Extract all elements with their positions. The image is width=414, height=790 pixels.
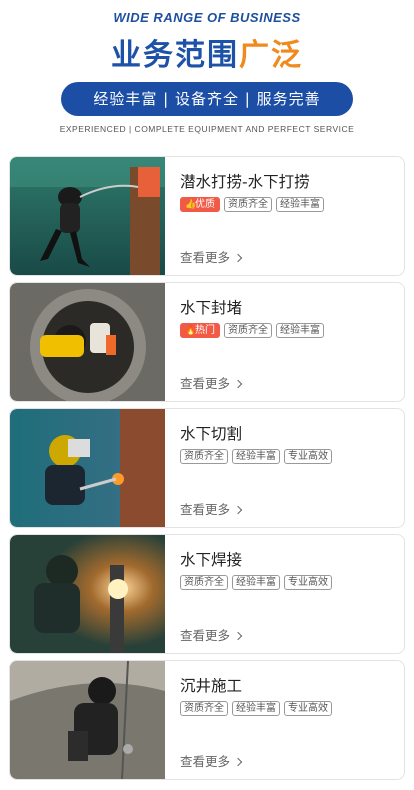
- header-subline: EXPERIENCED | COMPLETE EQUIPMENT AND PER…: [59, 124, 355, 134]
- page-title: 业务范围广泛: [0, 30, 414, 74]
- title-orange-part: 广泛: [239, 38, 303, 73]
- diver-descending-image: [10, 157, 165, 275]
- service-title: 沉井施工: [180, 677, 243, 695]
- caisson-worker-image: [10, 661, 165, 779]
- view-more-link[interactable]: 查看更多: [180, 751, 243, 770]
- underwater-cutting-image: [10, 409, 165, 527]
- diver-in-manhole-image: [10, 283, 165, 401]
- thumbs-up-icon: 👍: [185, 200, 197, 210]
- underwater-welding-image: [10, 535, 165, 653]
- view-more-link[interactable]: 查看更多: [180, 499, 243, 518]
- chevron-right-icon: [233, 631, 243, 641]
- tag: 资质齐全: [224, 197, 272, 212]
- tag: 资质齐全: [180, 575, 228, 590]
- header-eyebrow: WIDE RANGE OF BUSINESS: [113, 10, 301, 25]
- service-card[interactable]: 潜水打捞-水下打捞 👍优质 资质齐全 经验丰富 查看更多: [9, 156, 405, 276]
- badge-hot: 🔥热门: [180, 323, 220, 338]
- service-card[interactable]: 水下切割 资质齐全 经验丰富 专业高效 查看更多: [9, 408, 405, 528]
- tag-row: 资质齐全 经验丰富 专业高效: [180, 701, 332, 716]
- view-more-link[interactable]: 查看更多: [180, 625, 243, 644]
- service-card[interactable]: 沉井施工 资质齐全 经验丰富 专业高效 查看更多: [9, 660, 405, 780]
- tag: 专业高效: [284, 575, 332, 590]
- tag: 经验丰富: [232, 449, 280, 464]
- view-more-link[interactable]: 查看更多: [180, 373, 243, 392]
- tag: 专业高效: [284, 449, 332, 464]
- chevron-right-icon: [233, 505, 243, 515]
- service-card[interactable]: 水下焊接 资质齐全 经验丰富 专业高效 查看更多: [9, 534, 405, 654]
- chevron-right-icon: [233, 253, 243, 263]
- tag: 资质齐全: [180, 449, 228, 464]
- tag: 资质齐全: [180, 701, 228, 716]
- tag: 经验丰富: [232, 701, 280, 716]
- title-blue-part: 业务范围: [111, 38, 239, 73]
- tag: 专业高效: [284, 701, 332, 716]
- service-title: 水下切割: [180, 425, 243, 443]
- service-title: 潜水打捞-水下打捞: [180, 173, 310, 191]
- tag: 经验丰富: [232, 575, 280, 590]
- view-more-link[interactable]: 查看更多: [180, 247, 243, 266]
- tag-row: 资质齐全 经验丰富 专业高效: [180, 449, 332, 464]
- chevron-right-icon: [233, 379, 243, 389]
- tag: 资质齐全: [224, 323, 272, 338]
- tag-row: 资质齐全 经验丰富 专业高效: [180, 575, 332, 590]
- service-title: 水下封堵: [180, 299, 243, 317]
- tag: 经验丰富: [276, 323, 324, 338]
- tag-row: 🔥热门 资质齐全 经验丰富: [180, 323, 324, 338]
- badge-quality: 👍优质: [180, 197, 220, 212]
- service-image: [10, 283, 165, 401]
- chevron-right-icon: [233, 757, 243, 767]
- service-list: 潜水打捞-水下打捞 👍优质 资质齐全 经验丰富 查看更多 水下封堵 🔥热门 资质…: [9, 156, 405, 786]
- service-image: [10, 535, 165, 653]
- service-image: [10, 157, 165, 275]
- service-card[interactable]: 水下封堵 🔥热门 资质齐全 经验丰富 查看更多: [9, 282, 405, 402]
- service-image: [10, 409, 165, 527]
- service-image: [10, 661, 165, 779]
- section-header: WIDE RANGE OF BUSINESS 业务范围广泛 经验丰富 | 设备齐…: [0, 0, 414, 150]
- tag-row: 👍优质 资质齐全 经验丰富: [180, 197, 324, 212]
- service-title: 水下焊接: [180, 551, 243, 569]
- feature-pill: 经验丰富 | 设备齐全 | 服务完善: [61, 82, 353, 116]
- tag: 经验丰富: [276, 197, 324, 212]
- flame-icon: 🔥: [185, 326, 197, 336]
